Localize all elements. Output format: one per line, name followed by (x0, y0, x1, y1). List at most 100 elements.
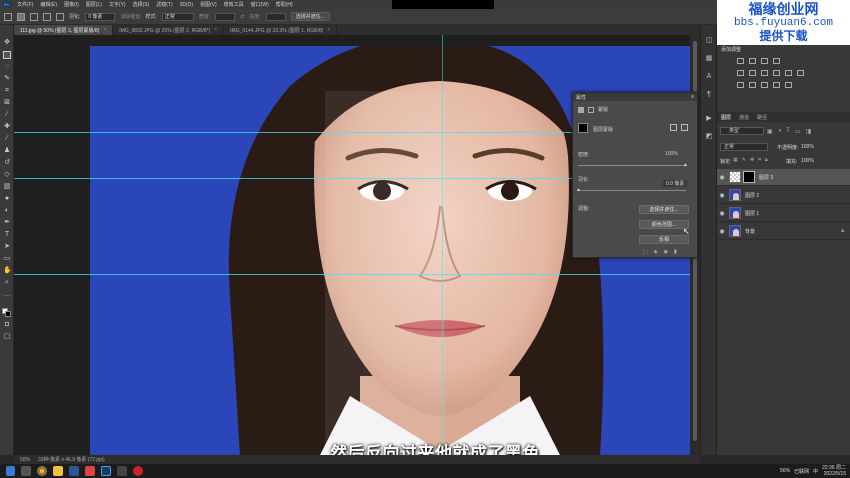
menu-edit[interactable]: 编辑(E) (40, 1, 57, 8)
move-tool-icon[interactable]: ✥ (3, 39, 11, 47)
zoom-level[interactable]: 50% (20, 457, 30, 463)
color-panel-icon[interactable]: ◫ (705, 37, 713, 45)
eraser-icon[interactable]: ◇ (3, 171, 11, 179)
slider-handle-icon[interactable]: ▲ (576, 187, 581, 193)
tab-channels[interactable]: 通道 (739, 114, 749, 121)
layer-mask-thumbnail[interactable] (743, 171, 755, 183)
pixel-mask-icon[interactable] (578, 106, 584, 113)
chrome-icon[interactable] (37, 466, 47, 476)
invert-adjust-icon[interactable] (737, 82, 744, 88)
channel-mixer-icon[interactable] (797, 70, 804, 76)
swap-icon[interactable]: ⇄ (240, 14, 244, 20)
visibility-eye-icon[interactable]: ◉ (717, 210, 727, 217)
tab-layers[interactable]: 图层 (721, 114, 731, 121)
gradient-map-icon[interactable] (773, 82, 780, 88)
dodge-icon[interactable]: ◐ (3, 207, 11, 215)
menu-layer[interactable]: 图层(L) (86, 1, 102, 8)
intersect-selection-icon[interactable] (56, 12, 64, 21)
screen-mode-icon[interactable]: ▢ (3, 333, 11, 341)
start-menu-icon[interactable] (6, 466, 15, 476)
photo-filter-icon[interactable] (785, 70, 792, 76)
recording-icon[interactable] (133, 466, 143, 476)
menu-view[interactable]: 视图(V) (200, 1, 217, 8)
lock-pixels-icon[interactable]: ✎ (742, 157, 746, 163)
clock[interactable]: 22:36 周二 2022/5/15 (822, 465, 846, 477)
layer-name[interactable]: 图层 2 (745, 192, 759, 199)
history-brush-icon[interactable]: ↺ (3, 159, 11, 167)
density-slider[interactable] (578, 165, 686, 166)
rectangle-tool-icon[interactable]: ▭ (3, 255, 11, 263)
filter-pixel-icon[interactable]: ▣ (767, 128, 773, 135)
slider-handle-icon[interactable]: ▲ (683, 162, 688, 168)
filter-smart-icon[interactable]: ◨ (806, 128, 812, 135)
menu-select[interactable]: 选择(S) (133, 1, 150, 8)
type-tool-icon[interactable]: T (3, 231, 11, 239)
menu-help[interactable]: 帮助(H) (276, 1, 293, 8)
new-selection-icon[interactable] (17, 12, 25, 21)
close-icon[interactable]: × (214, 27, 217, 33)
blur-icon[interactable]: ● (3, 195, 11, 203)
zoom-tool-icon[interactable]: ⌕ (3, 279, 11, 287)
lock-all-icon[interactable]: 🔒︎ (765, 157, 768, 163)
menu-3d[interactable]: 3D(D) (180, 2, 193, 8)
menu-filter[interactable]: 滤镜(T) (156, 1, 172, 8)
tab-doc-1[interactable]: 111.jpg @ 50% (图层 3, 图层蒙版/8) × (14, 25, 114, 35)
height-input[interactable] (265, 12, 286, 21)
opacity-value[interactable]: 100% (801, 144, 814, 150)
lock-artboard-icon[interactable]: ⌗ (758, 157, 761, 163)
layer-filter-select[interactable]: 类型 (720, 127, 764, 135)
levels-icon[interactable] (749, 58, 756, 64)
black-white-icon[interactable] (773, 70, 780, 76)
layer-row[interactable]: ◉ 背景 🔒︎ (717, 223, 850, 240)
app-icon[interactable] (117, 466, 127, 476)
tab-doc-2[interactable]: IMG_9832.JPG @ 25% (图层 2, RGB/8*) × (113, 25, 225, 35)
add-selection-icon[interactable] (30, 12, 38, 21)
guide-line-vertical[interactable] (442, 35, 443, 455)
filter-shape-icon[interactable]: ▭ (795, 128, 801, 135)
more-tools-icon[interactable]: … (3, 291, 11, 299)
marquee-tool-icon[interactable] (3, 51, 11, 59)
feather-slider[interactable] (578, 190, 686, 191)
close-icon[interactable]: × (327, 27, 330, 33)
brush-tool-icon[interactable]: ⁄ (3, 135, 11, 143)
feather-value[interactable]: 0.0 像素 (663, 180, 688, 187)
eyedropper-icon[interactable]: ⁄ (3, 111, 11, 119)
close-icon[interactable]: × (103, 27, 106, 33)
file-explorer-icon[interactable] (53, 466, 63, 476)
quick-select-icon[interactable]: ✎ (3, 75, 11, 83)
menu-type[interactable]: 文字(Y) (109, 1, 126, 8)
quick-mask-icon[interactable]: ◘ (3, 321, 11, 329)
posterize-icon[interactable] (749, 82, 756, 88)
blend-mode-select[interactable]: 正常 (720, 143, 768, 151)
hue-saturation-icon[interactable] (749, 70, 756, 76)
swatches-panel-icon[interactable]: ▦ (705, 55, 713, 63)
pen-tool-icon[interactable]: ✒ (3, 219, 11, 227)
ime-indicator[interactable]: 中 (813, 468, 818, 475)
layer-name[interactable]: 图层 1 (745, 210, 759, 217)
layer-name[interactable]: 背景 (745, 228, 755, 235)
antialias-label[interactable]: 消除锯齿 (120, 13, 140, 20)
vector-mask-icon[interactable] (588, 106, 594, 113)
lock-position-icon[interactable]: ✥ (750, 157, 754, 163)
stamp-tool-icon[interactable]: ♟ (3, 147, 11, 155)
lasso-tool-icon[interactable]: ◌ (3, 63, 11, 71)
density-value[interactable]: 100% (665, 151, 678, 157)
fill-value[interactable]: 100% (801, 158, 814, 164)
color-balance-icon[interactable] (761, 70, 768, 76)
selective-color-icon[interactable] (785, 82, 792, 88)
tab-paths[interactable]: 路径 (757, 114, 767, 121)
gradient-icon[interactable]: ▥ (3, 183, 11, 191)
delete-icon[interactable]: ▮ (674, 249, 677, 255)
healing-brush-icon[interactable]: ✚ (3, 123, 11, 131)
layer-name[interactable]: 图层 3 (759, 174, 773, 181)
panel-menu-icon[interactable]: ≡ (691, 94, 694, 100)
history-panel-icon[interactable]: ◩ (705, 133, 713, 141)
feather-input[interactable]: 0 像素 (85, 12, 116, 21)
color-range-button[interactable]: 颜色范围... (639, 220, 689, 229)
hand-tool-icon[interactable]: ✋ (3, 267, 12, 275)
layer-row[interactable]: ◉ 图层 2 (717, 187, 850, 204)
apply-mask-icon[interactable] (681, 124, 688, 131)
menu-file[interactable]: 文件(F) (17, 1, 33, 8)
invert-button[interactable]: 反相 (639, 235, 689, 244)
filter-adjust-icon[interactable]: ◑ (778, 128, 782, 135)
